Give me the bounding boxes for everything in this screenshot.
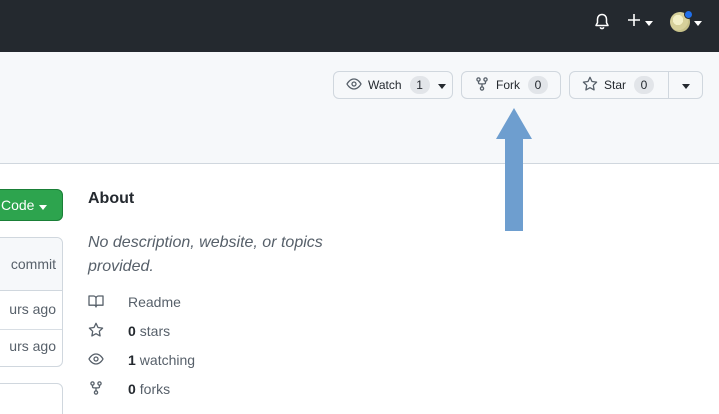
annotation-arrow-icon — [496, 108, 532, 231]
caret-down-icon — [694, 13, 702, 31]
stars-count: 0 — [128, 323, 136, 339]
readme-box — [0, 383, 63, 414]
star-count: 0 — [634, 76, 655, 94]
eye-icon — [346, 76, 362, 95]
fork-icon — [474, 76, 490, 95]
plus-icon — [627, 13, 641, 32]
forks-link[interactable]: 0 forks — [88, 380, 170, 398]
watching-label: watching — [139, 352, 196, 368]
code-button-label: Code — [1, 197, 35, 213]
watching-link[interactable]: 1 watching — [88, 351, 195, 369]
caret-down-icon — [681, 78, 690, 92]
repo-header — [0, 52, 719, 164]
star-button[interactable]: Star 0 — [569, 71, 669, 99]
star-label: Star — [604, 78, 627, 92]
readme-link[interactable]: Readme — [88, 293, 181, 311]
avatar — [670, 10, 693, 32]
forks-label: forks — [139, 381, 171, 397]
about-description: No description, website, or topics provi… — [88, 234, 323, 275]
star-lists-dropdown[interactable] — [668, 71, 703, 99]
latest-commit-link[interactable]: commit — [11, 256, 56, 272]
eye-icon — [88, 351, 116, 370]
caret-down-icon — [645, 13, 653, 31]
latest-commit-bar: commit — [0, 238, 62, 291]
fork-label: Fork — [496, 78, 520, 92]
bell-icon[interactable] — [594, 12, 612, 32]
stars-label: stars — [139, 323, 171, 339]
caret-down-icon — [437, 78, 446, 92]
star-icon — [88, 322, 116, 341]
fork-count: 0 — [528, 76, 548, 94]
star-icon — [582, 76, 598, 95]
code-button[interactable]: Code — [0, 189, 63, 221]
watch-count: 1 — [409, 76, 430, 94]
create-new-menu[interactable] — [627, 12, 657, 32]
book-icon — [88, 293, 116, 312]
file-list: commit urs ago urs ago — [0, 237, 63, 367]
top-header — [0, 0, 719, 52]
file-row-age: urs ago — [9, 301, 56, 317]
stars-link[interactable]: 0 stars — [88, 322, 170, 340]
user-menu[interactable] — [670, 10, 706, 34]
file-row-divider — [0, 329, 62, 330]
watching-count: 1 — [128, 352, 136, 368]
about-heading: About — [88, 190, 135, 207]
notification-dot — [684, 10, 693, 19]
forks-count: 0 — [128, 381, 136, 397]
watch-label: Watch — [368, 78, 402, 92]
caret-down-icon — [39, 197, 48, 213]
file-row-age: urs ago — [9, 338, 56, 354]
fork-icon — [88, 380, 116, 399]
watch-button[interactable]: Watch 1 — [333, 71, 453, 99]
readme-label: Readme — [128, 294, 181, 310]
fork-button[interactable]: Fork 0 — [461, 71, 561, 99]
